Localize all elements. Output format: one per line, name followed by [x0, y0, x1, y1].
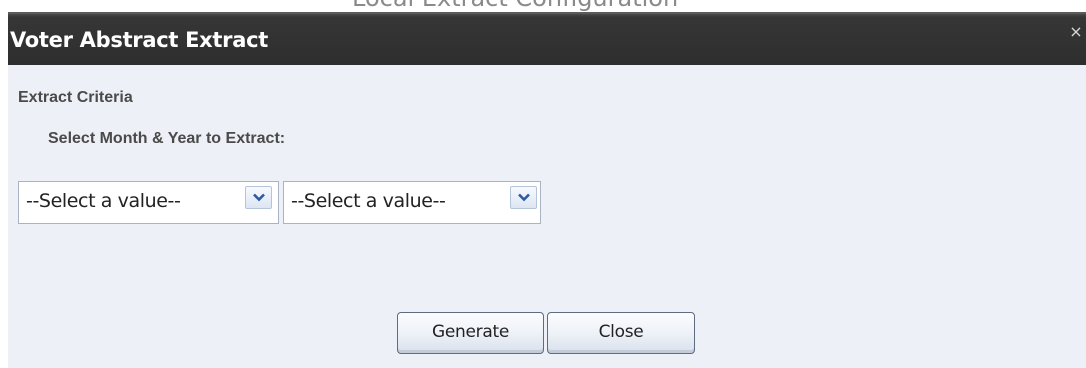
month-year-prompt-label: Select Month & Year to Extract:: [48, 130, 286, 147]
close-icon[interactable]: ×: [1068, 24, 1084, 40]
month-select-dropdown-button[interactable]: [245, 186, 272, 209]
section-label-extract-criteria: Extract Criteria: [18, 89, 133, 106]
background-window-title: Local Extract Configuration: [352, 0, 678, 12]
chevron-down-icon: [518, 193, 530, 202]
year-select-dropdown-button[interactable]: [510, 186, 537, 209]
month-select[interactable]: --Select a value--: [18, 181, 279, 224]
year-select-value: --Select a value--: [291, 190, 446, 212]
close-button[interactable]: Close: [547, 312, 695, 354]
generate-button[interactable]: Generate: [397, 312, 544, 354]
dialog-title: Voter Abstract Extract: [10, 28, 268, 52]
chevron-down-icon: [253, 193, 265, 202]
voter-abstract-extract-dialog: Voter Abstract Extract × Extract Criteri…: [8, 12, 1086, 368]
month-select-value: --Select a value--: [26, 190, 181, 212]
year-select[interactable]: --Select a value--: [283, 181, 541, 224]
dialog-header: Voter Abstract Extract ×: [8, 12, 1086, 65]
